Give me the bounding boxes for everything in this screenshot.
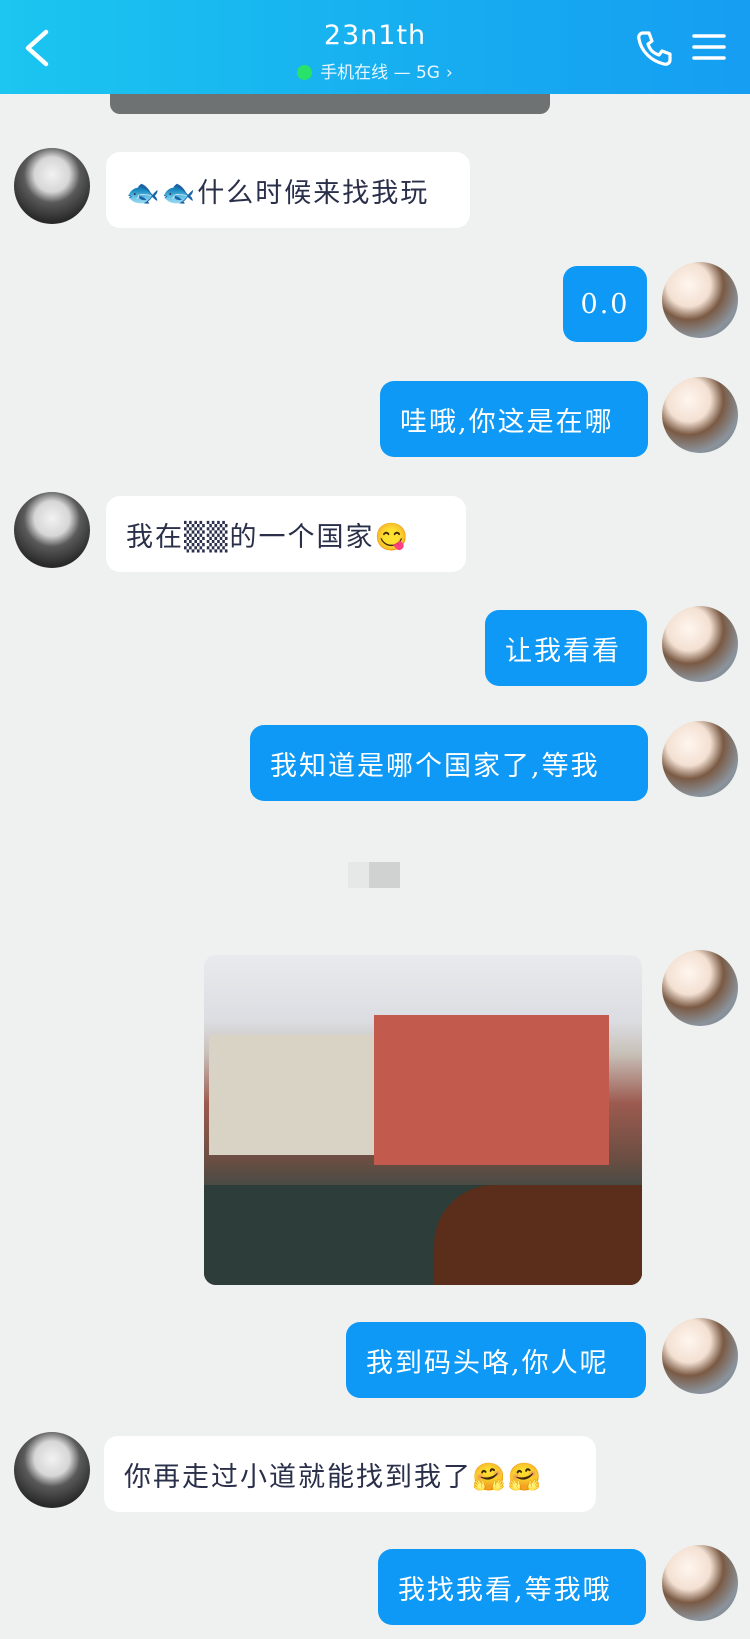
my-avatar[interactable]: [662, 1545, 738, 1621]
message-bubble-out[interactable]: 让我看看: [485, 610, 647, 686]
message-bubble-out[interactable]: 我找我看,等我哦: [378, 1549, 646, 1625]
my-avatar[interactable]: [662, 1318, 738, 1394]
message-text: 我在▒▒的一个国家😋: [126, 521, 411, 553]
redacted-system-note: [348, 862, 400, 888]
message-bubble-out[interactable]: 0.0: [563, 266, 647, 342]
photo-gondola: [434, 1185, 642, 1285]
message-bubble-in[interactable]: 我在▒▒的一个国家😋: [106, 496, 466, 572]
photo-building-red: [374, 1015, 609, 1165]
message-text: 我找我看,等我哦: [398, 1574, 612, 1606]
message-text: 我知道是哪个国家了,等我: [270, 750, 600, 782]
online-dot-icon: [297, 65, 313, 80]
message-text: 你再走过小道就能找到我了🤗🤗: [124, 1461, 544, 1493]
menu-icon[interactable]: [692, 32, 726, 62]
contact-avatar[interactable]: [14, 1432, 90, 1508]
chat-header: 23n1th 手机在线 — 5G ›: [0, 0, 750, 94]
contact-avatar[interactable]: [14, 148, 90, 224]
phone-icon[interactable]: [634, 28, 674, 68]
message-text: 哇哦,你这是在哪: [400, 406, 614, 438]
my-avatar[interactable]: [662, 950, 738, 1026]
status-text: 手机在线 — 5G: [320, 63, 440, 83]
my-avatar[interactable]: [662, 262, 738, 338]
message-text: 0.0: [580, 288, 630, 320]
message-text: 我到码头咯,你人呢: [366, 1347, 609, 1379]
status-chevron-icon: ›: [445, 63, 453, 83]
message-bubble-out[interactable]: 我知道是哪个国家了,等我: [250, 725, 648, 801]
photo-message[interactable]: [204, 955, 642, 1285]
my-avatar[interactable]: [662, 377, 738, 453]
my-avatar[interactable]: [662, 721, 738, 797]
message-text: 让我看看: [505, 635, 621, 667]
previous-image-preview[interactable]: [110, 94, 550, 114]
photo-building-left: [209, 1035, 379, 1155]
message-text: 🐟🐟什么时候来找我玩: [126, 177, 430, 209]
contact-avatar[interactable]: [14, 492, 90, 568]
message-bubble-in[interactable]: 你再走过小道就能找到我了🤗🤗: [104, 1436, 596, 1512]
message-bubble-out[interactable]: 哇哦,你这是在哪: [380, 381, 648, 457]
message-bubble-in[interactable]: 🐟🐟什么时候来找我玩: [106, 152, 470, 228]
message-bubble-out[interactable]: 我到码头咯,你人呢: [346, 1322, 646, 1398]
my-avatar[interactable]: [662, 606, 738, 682]
